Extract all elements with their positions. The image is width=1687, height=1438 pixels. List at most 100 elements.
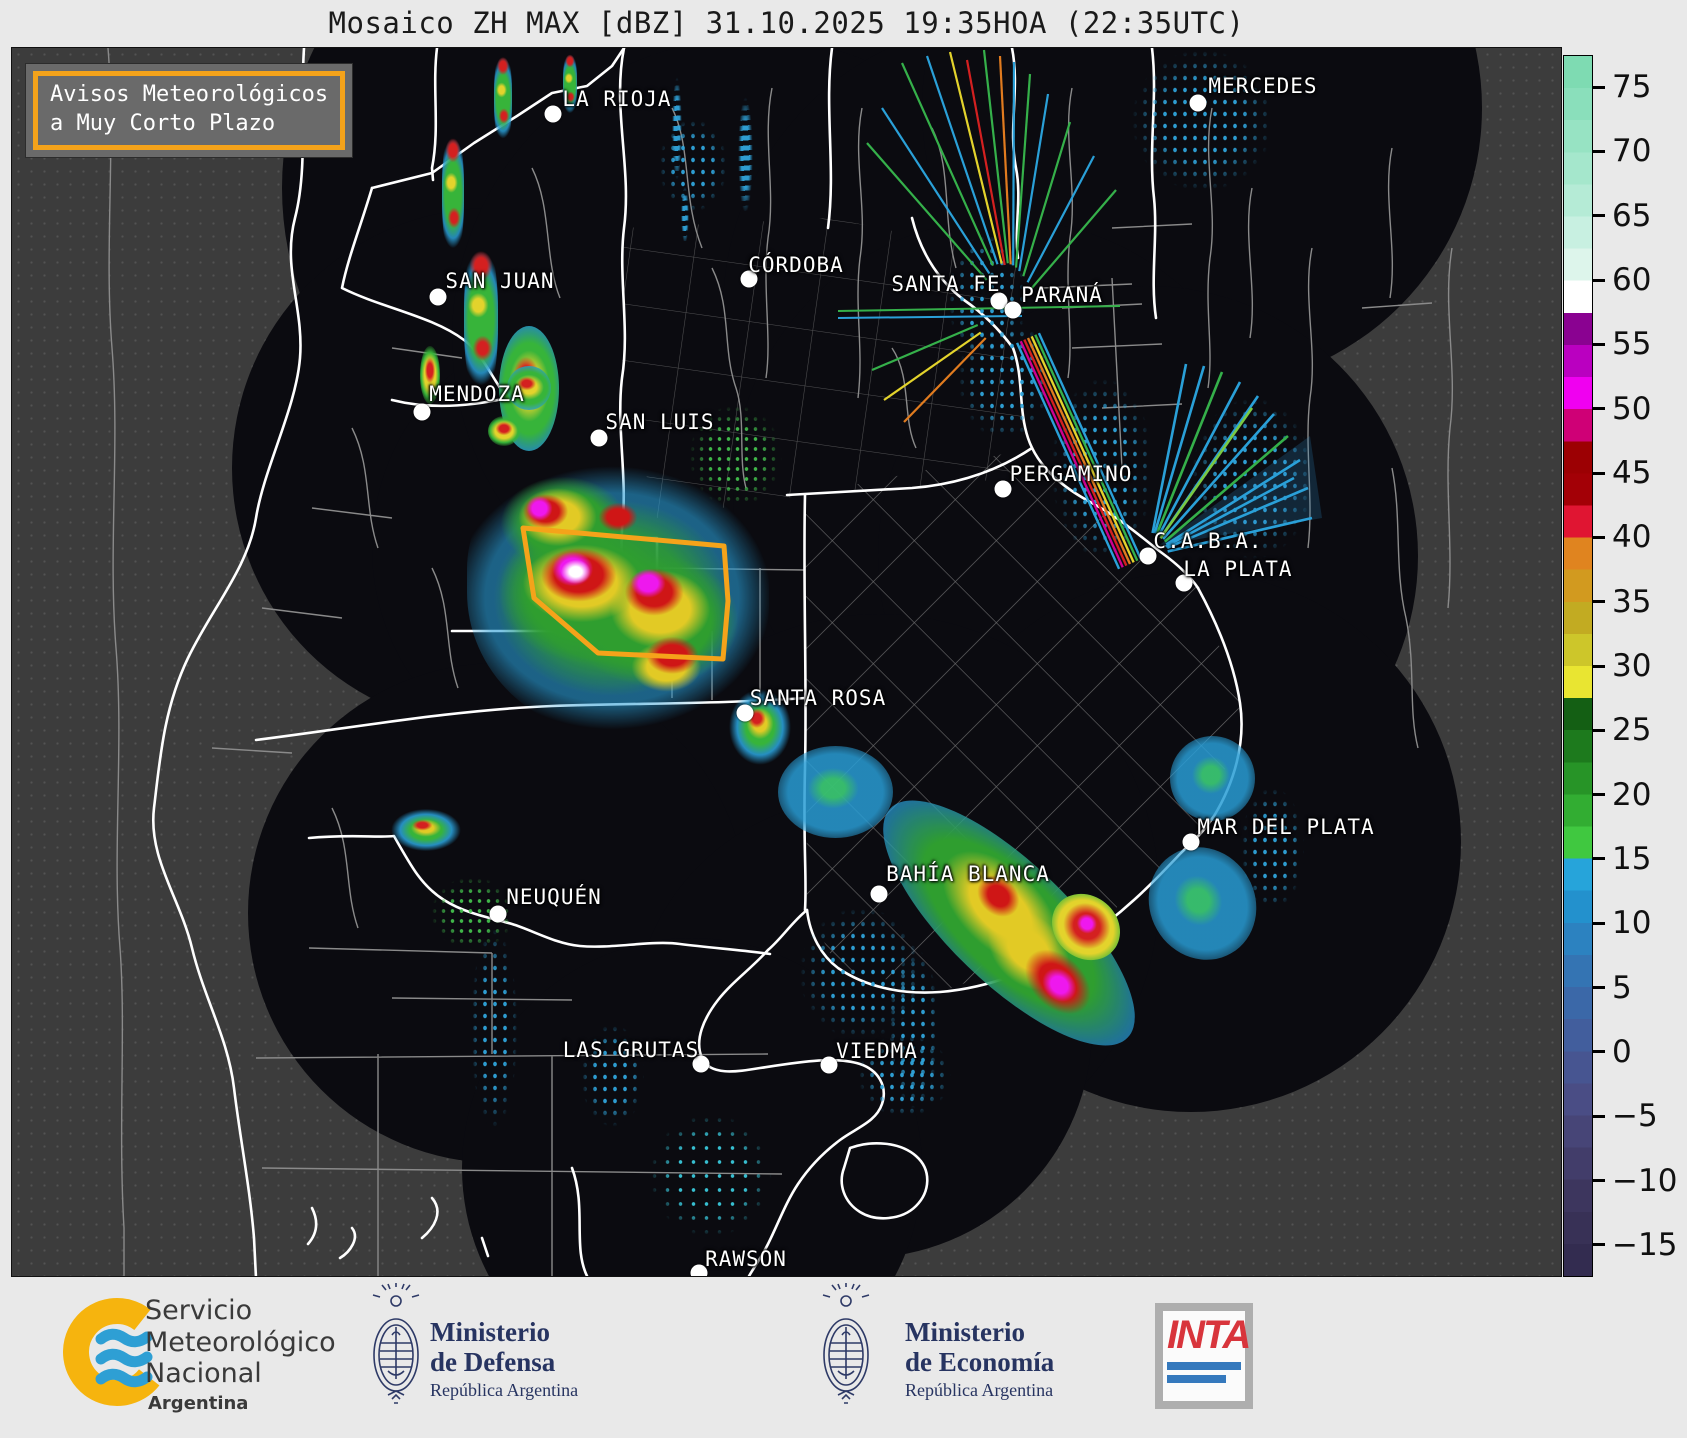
city-dot-mendoza (414, 404, 431, 421)
interference-ray (1035, 335, 1137, 561)
city-label-pergamino: PERGAMINO (1010, 462, 1133, 486)
warning-box: Avisos Meteorológicos a Muy Corto Plazo (26, 64, 352, 157)
interference-ray (1032, 336, 1134, 562)
warning-polygon (523, 528, 728, 659)
city-dot-bah-a-blanca (871, 886, 888, 903)
defensa-subtitle: República Argentina (430, 1380, 578, 1401)
smn-line-1: Servicio (145, 1295, 336, 1327)
colorbar-tick-label: −15 (1612, 1227, 1677, 1263)
colorbar-tick (1593, 729, 1605, 732)
city-label-paran-: PARANÁ (1021, 283, 1103, 307)
colorbar-tick (1593, 536, 1605, 539)
colorbar-tick-label: 55 (1612, 326, 1651, 362)
inta-logo: INTA (1155, 1303, 1253, 1409)
colorbar-tick-label: −5 (1612, 1098, 1658, 1134)
interference-ray (1028, 338, 1130, 564)
ministerio-economia: Ministerio de Economía República Argenti… (905, 1317, 1054, 1401)
colorbar-tick-label: 15 (1612, 841, 1651, 877)
city-label-san-juan: SAN JUAN (445, 269, 554, 293)
colorbar-tick-label: −10 (1612, 1163, 1677, 1199)
colorbar-tick (1593, 1115, 1605, 1118)
radar-map: LA RIOJA MERCEDES CÓRDOBA SAN JUAN SANTA FE P… (11, 47, 1562, 1277)
interference-ray (1024, 340, 1126, 566)
colorbar-tick-label: 65 (1612, 198, 1651, 234)
interference-ray (950, 52, 1002, 264)
city-label-la-plata: LA PLATA (1183, 557, 1292, 581)
colorbar-tick (1593, 600, 1605, 603)
city-dot-mercedes (1190, 95, 1207, 112)
city-label-san-luis: SAN LUIS (605, 410, 714, 434)
ministerio-defensa: Ministerio de Defensa República Argentin… (430, 1317, 578, 1401)
economia-subtitle: República Argentina (905, 1380, 1054, 1401)
colorbar-tick (1593, 343, 1605, 346)
city-label-c-a-b-a-: C.A.B.A. (1153, 529, 1262, 553)
city-label-neuqu-n: NEUQUÉN (506, 885, 602, 909)
colorbar-tick-label: 50 (1612, 391, 1651, 427)
colorbar-tick-label: 75 (1612, 69, 1651, 105)
city-label-bah-a-blanca: BAHÍA BLANCA (886, 862, 1050, 886)
smn-country: Argentina (148, 1393, 336, 1414)
interference-ray (838, 316, 1022, 318)
defensa-coat-of-arms (366, 1283, 426, 1419)
inta-label: INTA (1167, 1313, 1241, 1357)
colorbar-tick (1593, 986, 1605, 989)
city-label-mendoza: MENDOZA (429, 382, 525, 406)
interference-ray (884, 333, 981, 401)
inta-stripe-2 (1167, 1375, 1226, 1383)
warning-box-text: Avisos Meteorológicos a Muy Corto Plazo (33, 71, 345, 150)
city-label-santa-fe: SANTA FE (891, 272, 1000, 296)
colorbar-tick-label: 40 (1612, 519, 1651, 555)
city-label-c-rdoba: CÓRDOBA (748, 253, 844, 277)
colorbar-tick (1593, 665, 1605, 668)
interference-ray (1028, 156, 1094, 282)
economia-title-2: de Economía (905, 1347, 1054, 1377)
reflectivity-colorbar (1563, 55, 1593, 1277)
city-dot-viedma (821, 1057, 838, 1074)
colorbar-tick (1593, 86, 1605, 89)
city-dot-la-rioja (545, 106, 562, 123)
interference-ray (1016, 74, 1030, 268)
city-label-la-rioja: LA RIOJA (562, 87, 671, 111)
smn-line-3: Nacional (145, 1358, 336, 1390)
interference-ray (1013, 62, 1014, 265)
colorbar-tick (1593, 857, 1605, 860)
colorbar-tick-label: 35 (1612, 584, 1651, 620)
colorbar-tick (1593, 1179, 1605, 1182)
colorbar-tick-label: 45 (1612, 455, 1651, 491)
colorbar-tick (1593, 150, 1605, 153)
city-dot-neuqu-n (490, 906, 507, 923)
interference-ray (1017, 343, 1119, 569)
defensa-title-1: Ministerio (430, 1317, 578, 1347)
smn-line-2: Meteorológico (145, 1327, 336, 1359)
colorbar-tick (1593, 472, 1605, 475)
city-label-santa-rosa: SANTA ROSA (750, 686, 886, 710)
interference-ray (1039, 333, 1141, 559)
colorbar-tick-label: 25 (1612, 712, 1651, 748)
interference-ray (967, 60, 1005, 265)
inta-stripe-1 (1167, 1362, 1241, 1370)
colorbar-tick (1593, 1243, 1605, 1246)
defensa-title-2: de Defensa (430, 1347, 578, 1377)
colorbar-tick (1593, 279, 1605, 282)
colorbar-tick-label: 30 (1612, 648, 1651, 684)
city-label-mar-del-plata: MAR DEL PLATA (1197, 815, 1374, 839)
city-label-las-grutas: LAS GRUTAS (563, 1038, 699, 1062)
warning-line-1: Avisos Meteorológicos (50, 81, 328, 110)
city-dot-paran- (1005, 302, 1022, 319)
city-label-viedma: VIEDMA (836, 1039, 918, 1063)
colorbar-tick-label: 10 (1612, 905, 1651, 941)
colorbar-tick (1593, 407, 1605, 410)
map-overlay (12, 48, 1562, 1277)
smn-wordmark: Servicio Meteorológico Nacional Argentin… (145, 1295, 336, 1414)
city-label-rawson: RAWSON (705, 1247, 787, 1271)
city-label-mercedes: MERCEDES (1208, 74, 1317, 98)
economia-title-1: Ministerio (905, 1317, 1054, 1347)
colorbar-tick-label: 0 (1612, 1034, 1632, 1070)
map-title: Mosaico ZH MAX [dBZ] 31.10.2025 19:35HOA… (11, 6, 1562, 40)
colorbar-tick (1593, 793, 1605, 796)
colorbar-tick-label: 60 (1612, 262, 1651, 298)
colorbar-tick-label: 5 (1612, 970, 1632, 1006)
colorbar-tick (1593, 922, 1605, 925)
colorbar-tick (1593, 214, 1605, 217)
colorbar-tick (1593, 1050, 1605, 1053)
